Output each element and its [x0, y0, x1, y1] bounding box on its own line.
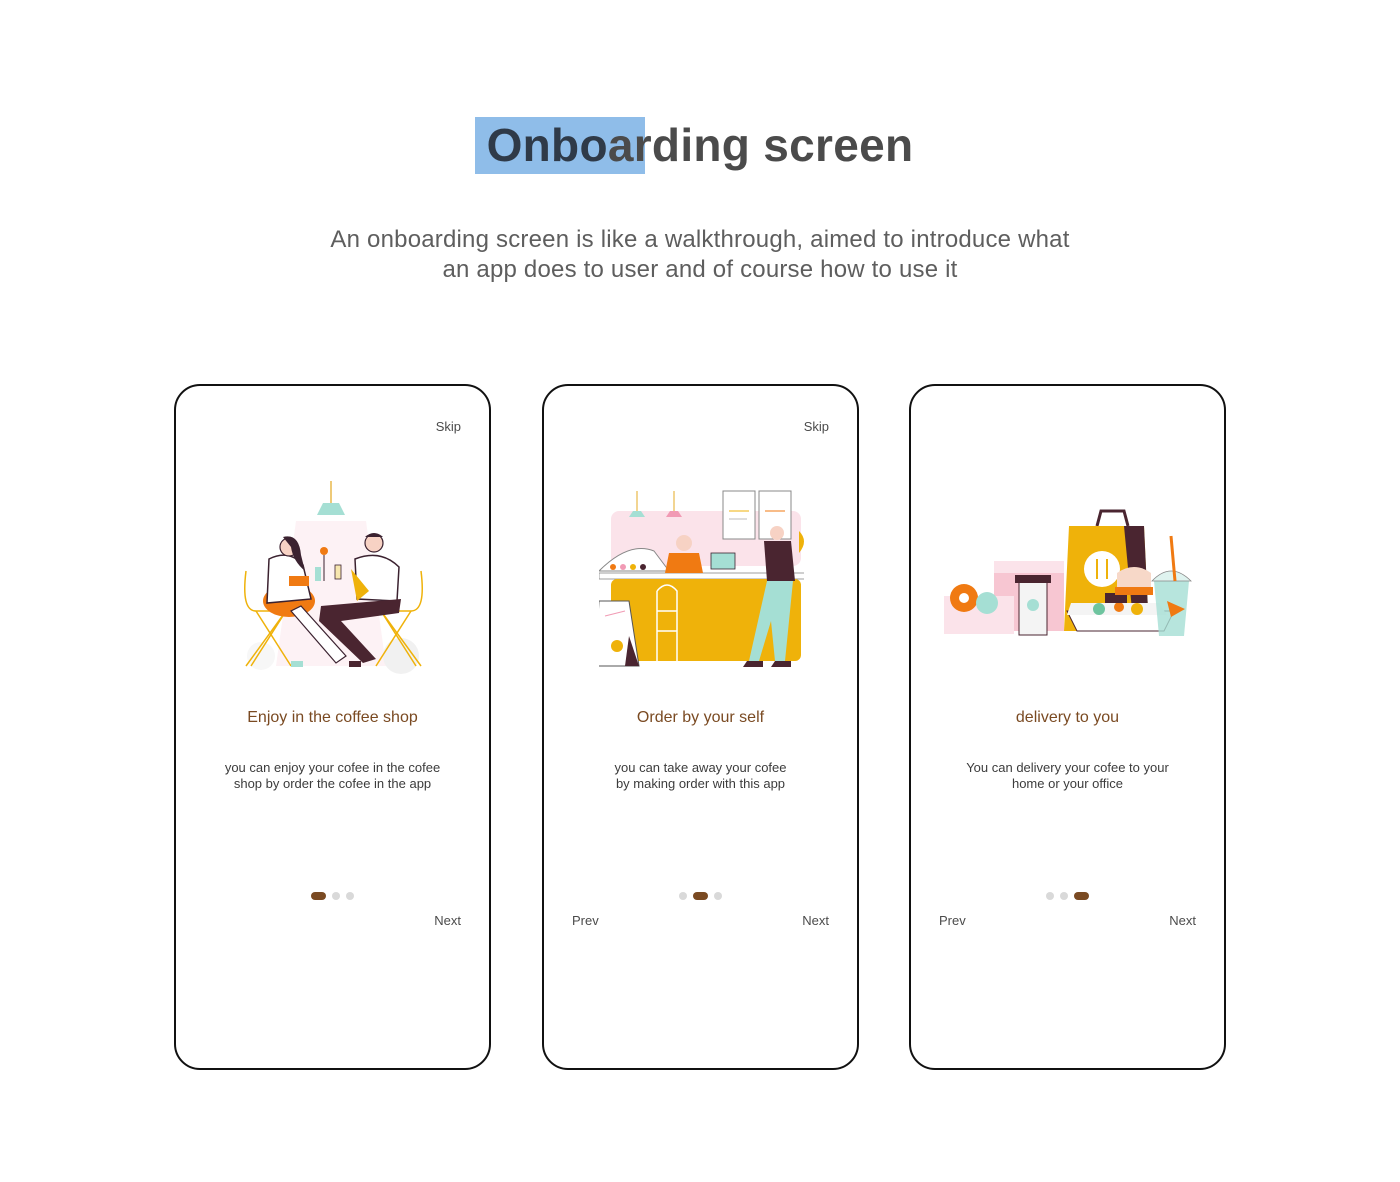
pagination-dots: [544, 892, 857, 900]
next-button[interactable]: Next: [434, 913, 461, 928]
pagination-dot-active[interactable]: [311, 892, 326, 900]
screen-title: Order by your self: [636, 709, 765, 726]
pagination-dots: [911, 892, 1224, 900]
description-line-2: home or your office: [1011, 776, 1124, 791]
prev-button[interactable]: Prev: [939, 913, 966, 928]
subtitle-line-2: an app does to user and of course how to…: [442, 256, 958, 283]
screen-description: you can take away your cofee by making o…: [574, 760, 827, 792]
page-title-part1: Onbo: [486, 119, 608, 171]
pagination-dot-active[interactable]: [693, 892, 708, 900]
pagination-dot[interactable]: [1060, 892, 1068, 900]
pagination-dots: [176, 892, 489, 900]
skip-button[interactable]: Skip: [804, 419, 829, 434]
page-title: Onboarding screen: [0, 115, 1400, 175]
description-line-1: you can take away your cofee: [614, 760, 787, 775]
food-delivery-bags-illustration: [944, 509, 1192, 636]
subtitle-line-1: An onboarding screen is like a walkthrou…: [330, 226, 1070, 253]
onboarding-screen-1: Skip Enjoy in the coffee shop you can en…: [174, 384, 491, 1070]
next-button[interactable]: Next: [802, 913, 829, 928]
pagination-dot[interactable]: [679, 892, 687, 900]
screen-description: you can enjoy your cofee in the cofee sh…: [206, 760, 459, 792]
page-title-part2: arding screen: [607, 119, 914, 171]
pagination-dot[interactable]: [346, 892, 354, 900]
screen-title: delivery to you: [1015, 709, 1120, 726]
onboarding-screen-3: delivery to you You can delivery your co…: [909, 384, 1226, 1070]
cafe-counter-order-illustration: [599, 490, 804, 667]
title-wrap: Onboarding screen: [0, 115, 1400, 175]
couple-at-cafe-table-illustration: [244, 481, 423, 674]
pagination-dot[interactable]: [714, 892, 722, 900]
page-subtitle: An onboarding screen is like a walkthrou…: [250, 225, 1150, 285]
pagination-dot-active[interactable]: [1074, 892, 1089, 900]
pagination-dot[interactable]: [1046, 892, 1054, 900]
pagination-dot[interactable]: [332, 892, 340, 900]
description-line-2: by making order with this app: [615, 776, 786, 791]
onboarding-screen-2: Skip Order by your self you can take awa: [542, 384, 859, 1070]
skip-button[interactable]: Skip: [436, 419, 461, 434]
screen-title: Enjoy in the coffee shop: [247, 709, 418, 726]
prev-button[interactable]: Prev: [572, 913, 599, 928]
description-line-1: You can delivery your cofee to your: [966, 760, 1169, 775]
next-button[interactable]: Next: [1169, 913, 1196, 928]
description-line-2: shop by order the cofee in the app: [233, 776, 432, 791]
description-line-1: you can enjoy your cofee in the cofee: [224, 760, 441, 775]
screen-description: You can delivery your cofee to your home…: [941, 760, 1194, 792]
